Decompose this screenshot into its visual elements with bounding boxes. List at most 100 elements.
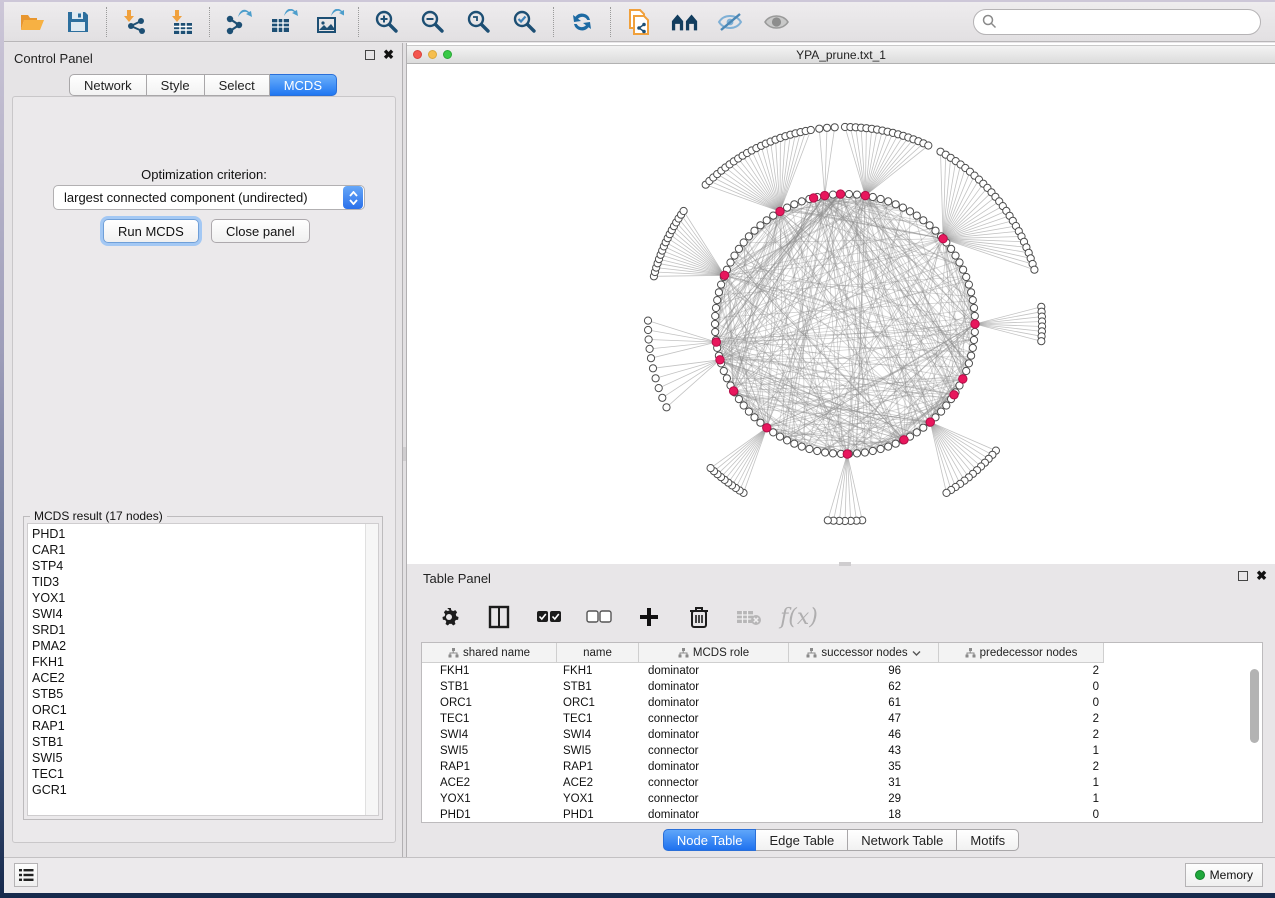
table-settings-gear-icon[interactable]: [435, 603, 463, 631]
table-cell: 47: [789, 711, 939, 727]
tab-network[interactable]: Network: [69, 74, 147, 96]
zoom-fit-icon[interactable]: [465, 8, 493, 36]
list-item[interactable]: STP4: [32, 558, 67, 574]
column-header-MCDS-role[interactable]: MCDS role: [639, 643, 789, 663]
optimization-criterion-select[interactable]: largest connected component (undirected): [53, 185, 365, 210]
search-field[interactable]: [973, 9, 1261, 35]
export-table-icon[interactable]: [270, 8, 298, 36]
splitter-handle[interactable]: [403, 447, 406, 461]
column-header-name[interactable]: name: [557, 643, 639, 663]
horizontal-splitter-handle[interactable]: [839, 562, 851, 566]
table-row[interactable]: ACE2ACE2connector311: [422, 775, 1262, 791]
tab-node-table[interactable]: Node Table: [663, 829, 757, 851]
hide-selected-icon[interactable]: [717, 8, 745, 36]
list-item[interactable]: SRD1: [32, 622, 67, 638]
table-row[interactable]: PHD1PHD1dominator180: [422, 807, 1262, 823]
select-all-icon[interactable]: [535, 603, 563, 631]
list-item[interactable]: ACE2: [32, 670, 67, 686]
search-icon: [982, 14, 997, 29]
save-icon[interactable]: [64, 8, 92, 36]
list-item[interactable]: GCR1: [32, 782, 67, 798]
network-graph[interactable]: [407, 65, 1275, 563]
table-cell: 2: [939, 759, 1104, 775]
export-image-icon[interactable]: [316, 8, 344, 36]
list-item[interactable]: FKH1: [32, 654, 67, 670]
table-cell: STB1: [557, 679, 639, 695]
zoom-out-icon[interactable]: [419, 8, 447, 36]
first-neighbors-icon[interactable]: [671, 8, 699, 36]
delete-column-icon[interactable]: [685, 603, 713, 631]
list-item[interactable]: TID3: [32, 574, 67, 590]
table-cell: FKH1: [422, 663, 557, 679]
optimization-criterion-label: Optimization criterion:: [13, 167, 395, 182]
list-item[interactable]: PMA2: [32, 638, 67, 654]
status-bar: Memory: [4, 857, 1275, 893]
table-cell: ACE2: [422, 775, 557, 791]
list-item[interactable]: PHD1: [32, 526, 67, 542]
tab-select[interactable]: Select: [205, 74, 270, 96]
tab-style[interactable]: Style: [147, 74, 205, 96]
close-panel-button[interactable]: Close panel: [211, 219, 310, 243]
table-row[interactable]: FKH1FKH1dominator962: [422, 663, 1262, 679]
table-cell: 0: [939, 695, 1104, 711]
list-item[interactable]: ORC1: [32, 702, 67, 718]
list-item[interactable]: YOX1: [32, 590, 67, 606]
table-cell: SWI5: [557, 743, 639, 759]
mcds-list-scrollbar[interactable]: [365, 524, 378, 815]
close-panel-icon[interactable]: ✖: [1256, 571, 1267, 581]
network-view[interactable]: [407, 65, 1275, 564]
scrollbar-thumb[interactable]: [1250, 669, 1259, 743]
tab-edge-table[interactable]: Edge Table: [756, 829, 848, 851]
import-network-icon[interactable]: [121, 8, 149, 36]
network-window-titlebar[interactable]: YPA_prune.txt_1: [407, 45, 1275, 64]
memory-status-icon: [1195, 870, 1205, 880]
list-item[interactable]: TEC1: [32, 766, 67, 782]
table-row[interactable]: TEC1TEC1connector472: [422, 711, 1262, 727]
node-table[interactable]: shared namenameMCDS rolesuccessor nodesp…: [421, 642, 1263, 823]
column-header-successor-nodes[interactable]: successor nodes: [789, 643, 939, 663]
table-cell: PHD1: [422, 807, 557, 823]
deselect-all-icon[interactable]: [585, 603, 613, 631]
zoom-in-icon[interactable]: [373, 8, 401, 36]
table-scrollbar[interactable]: [1249, 647, 1260, 818]
list-item[interactable]: STB1: [32, 734, 67, 750]
column-header-predecessor-nodes[interactable]: predecessor nodes: [939, 643, 1104, 663]
table-row[interactable]: YOX1YOX1connector291: [422, 791, 1262, 807]
table-panel-tabs: Node Table Edge Table Network Table Moti…: [407, 829, 1275, 851]
zoom-selected-icon[interactable]: [511, 8, 539, 36]
table-row[interactable]: RAP1RAP1dominator352: [422, 759, 1262, 775]
float-panel-icon[interactable]: [365, 50, 375, 60]
search-input[interactable]: [997, 15, 1252, 29]
refresh-icon[interactable]: [568, 8, 596, 36]
open-folder-icon[interactable]: [18, 8, 46, 36]
task-history-button[interactable]: [14, 863, 38, 887]
column-header-shared-name[interactable]: shared name: [422, 643, 557, 663]
table-panel: Table Panel ✖: [407, 564, 1275, 857]
list-item[interactable]: SWI5: [32, 750, 67, 766]
list-item[interactable]: RAP1: [32, 718, 67, 734]
list-item[interactable]: SWI4: [32, 606, 67, 622]
import-table-icon[interactable]: [167, 8, 195, 36]
memory-button[interactable]: Memory: [1185, 863, 1263, 887]
table-cell: 62: [789, 679, 939, 695]
add-column-icon[interactable]: [635, 603, 663, 631]
show-columns-icon[interactable]: [485, 603, 513, 631]
tab-mcds[interactable]: MCDS: [270, 74, 337, 96]
list-item[interactable]: CAR1: [32, 542, 67, 558]
tab-motifs[interactable]: Motifs: [957, 829, 1019, 851]
close-panel-icon[interactable]: ✖: [383, 50, 394, 60]
table-row[interactable]: SWI5SWI5connector431: [422, 743, 1262, 759]
copy-style-icon[interactable]: [625, 8, 653, 36]
table-row[interactable]: SWI4SWI4dominator462: [422, 727, 1262, 743]
list-item[interactable]: STB5: [32, 686, 67, 702]
run-mcds-button[interactable]: Run MCDS: [103, 219, 199, 243]
table-row[interactable]: ORC1ORC1dominator610: [422, 695, 1262, 711]
show-all-icon[interactable]: [763, 8, 791, 36]
table-cell: RAP1: [422, 759, 557, 775]
table-row[interactable]: STB1STB1dominator620: [422, 679, 1262, 695]
mcds-result-list[interactable]: PHD1CAR1STP4TID3YOX1SWI4SRD1PMA2FKH1ACE2…: [27, 523, 379, 816]
float-panel-icon[interactable]: [1238, 571, 1248, 581]
tab-network-table[interactable]: Network Table: [848, 829, 957, 851]
control-panel-tabs: Network Style Select MCDS: [4, 74, 402, 96]
export-network-icon[interactable]: [224, 8, 252, 36]
